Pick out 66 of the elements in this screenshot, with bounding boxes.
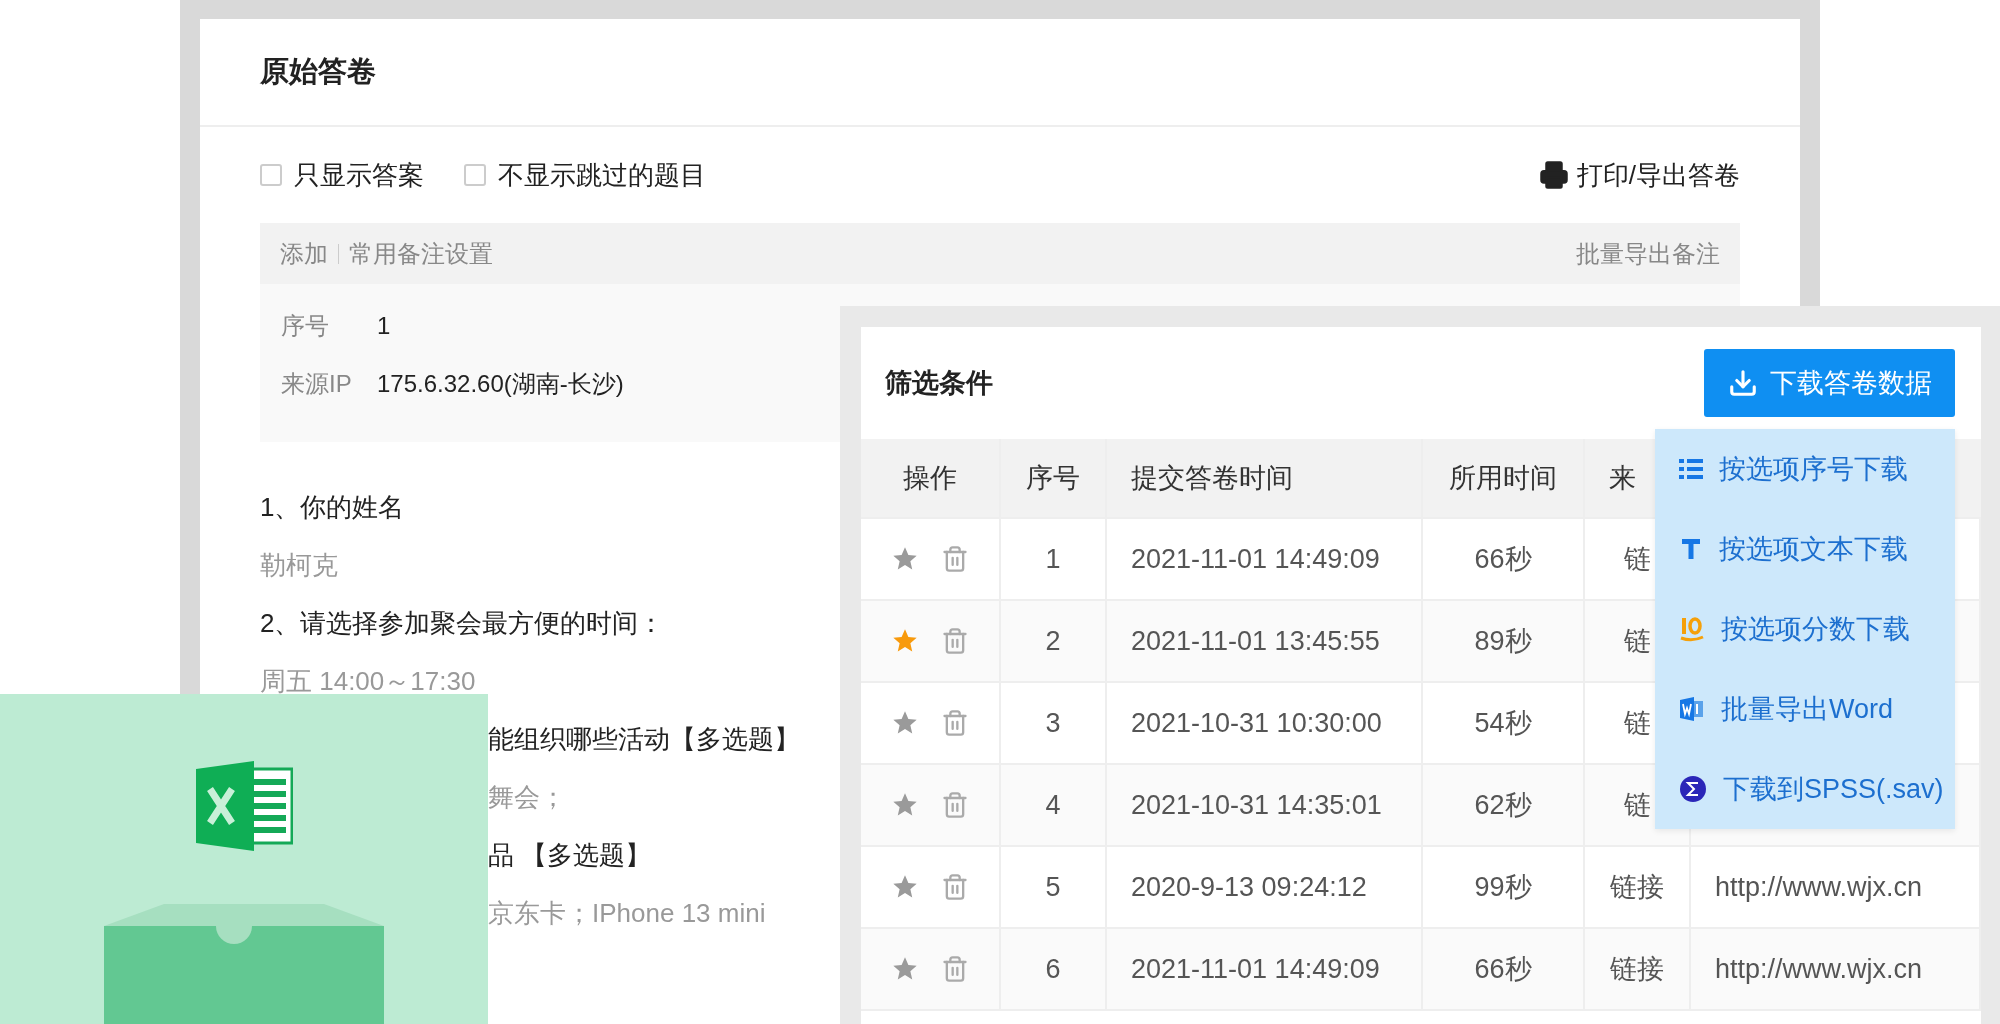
column-header: 操作 [861, 439, 1001, 519]
table-cell: 54秒 [1423, 683, 1585, 765]
list-icon [1679, 458, 1703, 480]
info-label: 序号 [281, 311, 330, 341]
filter-checkbox[interactable]: 不显示跳过的题目 [464, 157, 706, 193]
answer-text: 京东卡；IPhone 13 mini [488, 897, 766, 930]
spreadsheet-icon [195, 761, 293, 851]
answer-text: 周五 14:00～17:30 [260, 665, 476, 698]
filter-checkbox[interactable]: 只显示答案 [260, 157, 424, 193]
table-cell: 66秒 [1423, 519, 1585, 601]
column-header: 提交答卷时间 [1107, 439, 1423, 519]
document-icon [1679, 696, 1705, 722]
trash-icon[interactable] [941, 545, 969, 573]
trash-icon[interactable] [941, 955, 969, 983]
checkbox-label: 不显示跳过的题目 [498, 158, 706, 192]
column-header: 序号 [1001, 439, 1107, 519]
trash-icon[interactable] [941, 791, 969, 819]
print-label: 打印/导出答卷 [1576, 158, 1740, 192]
trash-icon[interactable] [941, 627, 969, 655]
table-cell: 89秒 [1423, 601, 1585, 683]
add-link[interactable]: 添加 [280, 237, 328, 270]
answer-text: 舞会； [488, 781, 566, 814]
table-cell: 2021-10-31 10:30:00 [1107, 683, 1423, 765]
table-cell: 3 [1001, 683, 1107, 765]
question-text: 1、你的姓名 [260, 491, 405, 524]
question-text: 品 【多选题】 [488, 839, 652, 872]
printer-icon [1538, 160, 1569, 190]
checkbox[interactable] [464, 164, 486, 186]
panel-title: 筛选条件 [885, 367, 993, 400]
table-cell: 2021-11-01 14:49:09 [1107, 929, 1423, 1011]
info-value: 175.6.32.60(湖南-长沙) [377, 369, 624, 399]
table-cell: http://www.wjx.cn [1691, 929, 1981, 1011]
table-cell: 66秒 [1423, 929, 1585, 1011]
table-cell: 链接 [1585, 929, 1691, 1011]
table-cell: 1 [1001, 519, 1107, 601]
table-cell: 2021-11-01 14:49:09 [1107, 519, 1423, 601]
download-button[interactable]: 下载答卷数据 [1704, 349, 1955, 417]
table-cell: 链接 [1585, 847, 1691, 929]
trash-icon[interactable] [941, 709, 969, 737]
table-cell: 2020-9-13 09:24:12 [1107, 847, 1423, 929]
trash-icon[interactable] [941, 873, 969, 901]
answer-text: 勒柯克 [260, 549, 338, 582]
table-cell: 2 [1001, 601, 1107, 683]
card-title: 原始答卷 [260, 54, 376, 89]
column-header: 所用时间 [1423, 439, 1585, 519]
export-notes-link[interactable]: 批量导出备注 [1576, 237, 1720, 270]
table-cell: 99秒 [1423, 847, 1585, 929]
info-label: 来源IP [281, 369, 353, 399]
checkbox-label: 只显示答案 [294, 158, 424, 192]
note-settings-link[interactable]: 常用备注设置 [349, 237, 493, 270]
table-cell: http://www.wjx.cn [1691, 847, 1981, 929]
sigma-icon [1679, 775, 1707, 803]
question-text: 能组织哪些活动【多选题】 [488, 723, 800, 756]
table-cell: 5 [1001, 847, 1107, 929]
table-cell: 2021-10-31 14:35:01 [1107, 765, 1423, 847]
checkbox[interactable] [260, 164, 282, 186]
score-icon [1679, 616, 1705, 642]
print-link[interactable]: 打印/导出答卷 [1538, 157, 1740, 193]
download-icon [1727, 368, 1758, 398]
question-text: 2、请选择参加聚会最方便的时间： [260, 607, 665, 640]
table-cell: 4 [1001, 765, 1107, 847]
table-cell: 62秒 [1423, 765, 1585, 847]
table-cell: 6 [1001, 929, 1107, 1011]
table-cell: 2021-11-01 13:45:55 [1107, 601, 1423, 683]
info-value: 1 [377, 312, 391, 340]
text-icon [1679, 537, 1703, 561]
